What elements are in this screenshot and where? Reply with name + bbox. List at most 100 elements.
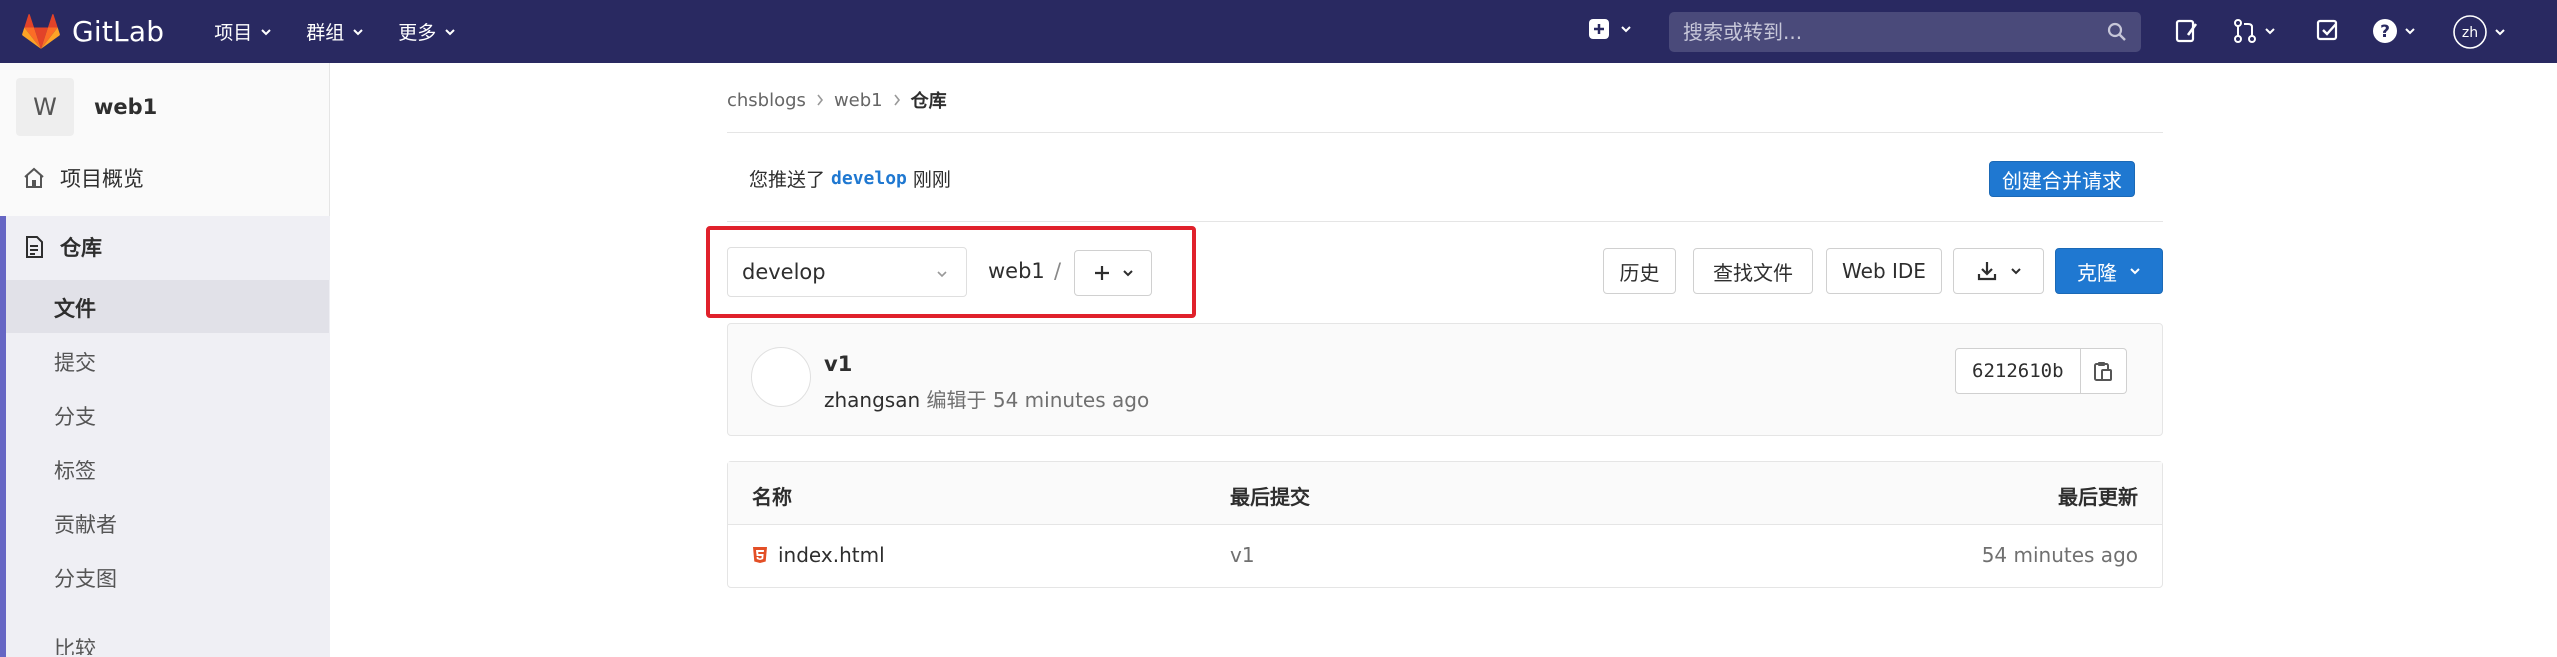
file-name: index.html <box>778 543 885 567</box>
nav-projects-label: 项目 <box>214 22 253 44</box>
user-avatar: zh <box>2453 15 2487 49</box>
chevron-down-icon <box>1123 270 1133 277</box>
path-separator: / <box>1054 259 1062 283</box>
chevron-down-icon <box>2010 268 2021 275</box>
table-header: 名称 最后提交 最后更新 <box>728 462 2162 525</box>
new-item-dropdown[interactable] <box>1588 18 1632 40</box>
chevron-down-icon <box>353 28 363 35</box>
top-navbar: GitLab 项目 群组 更多 搜索或转到... ? zh <box>0 0 2557 63</box>
sidebar-sub-compare[interactable]: 比较 <box>54 633 96 655</box>
web-ide-button[interactable]: Web IDE <box>1826 248 1942 294</box>
download-icon <box>1977 262 1996 281</box>
sidebar-sub-tags[interactable]: 标签 <box>54 455 96 485</box>
copy-sha-button[interactable] <box>2080 348 2127 394</box>
sidebar-sub-files[interactable]: 文件 <box>54 293 96 323</box>
commit-meta: zhangsan 编辑于 54 minutes ago <box>824 384 1149 413</box>
chevron-right-icon <box>894 94 900 106</box>
help-icon: ? <box>2373 19 2397 43</box>
sidebar-sub-commits[interactable]: 提交 <box>54 347 96 377</box>
file-name-link[interactable]: index.html <box>752 543 885 567</box>
download-dropdown[interactable] <box>1953 248 2044 294</box>
sidebar-item-repository[interactable]: 仓库 <box>0 232 330 262</box>
copy-clipboard-icon <box>2094 362 2113 381</box>
project-avatar: W <box>16 78 74 136</box>
document-icon <box>26 236 43 258</box>
file-tree-table: 名称 最后提交 最后更新 index.html v1 54 minutes ag… <box>727 461 2163 588</box>
pushed-branch-link[interactable]: develop <box>831 168 907 189</box>
chevron-down-icon <box>2265 28 2275 35</box>
sidebar-item-overview[interactable]: 项目概览 <box>0 163 330 193</box>
commit-author-link[interactable]: zhangsan <box>824 388 920 412</box>
gitlab-home-link[interactable]: GitLab <box>22 13 165 50</box>
project-sidebar: W web1 项目概览 仓库 文件 提交 分支 标签 贡献者 分支图 比较 <box>0 63 330 657</box>
gitlab-logo-icon <box>22 13 60 49</box>
breadcrumb: chsblogs web1 仓库 <box>727 87 947 113</box>
todo-checkbox-icon <box>2316 19 2338 41</box>
sidebar-sub-contributors[interactable]: 贡献者 <box>54 509 117 539</box>
divider <box>727 221 2163 222</box>
project-name: web1 <box>94 95 158 119</box>
help-dropdown[interactable]: ? <box>2372 18 2416 44</box>
commit-title-link[interactable]: v1 <box>824 352 852 376</box>
commit-sha-link[interactable]: 6212610b <box>1955 348 2081 394</box>
file-last-update: 54 minutes ago <box>1981 543 2138 567</box>
sidebar-item-label: 项目概览 <box>60 167 144 191</box>
search-input[interactable] <box>1683 20 2107 44</box>
branch-selector-value: develop <box>742 260 826 284</box>
plus-icon <box>1095 266 1109 280</box>
issues-link[interactable] <box>2175 18 2199 44</box>
home-icon <box>24 167 44 188</box>
commit-time: 54 minutes ago <box>992 388 1150 412</box>
nav-more-label: 更多 <box>398 22 437 44</box>
clone-dropdown[interactable]: 克隆 <box>2055 248 2163 294</box>
merge-request-icon <box>2234 19 2256 43</box>
push-notice-suffix: 刚刚 <box>912 169 951 191</box>
svg-text:?: ? <box>2380 22 2390 42</box>
brand-name: GitLab <box>72 15 165 48</box>
svg-text:zh: zh <box>2462 25 2478 41</box>
chevron-down-icon <box>2130 268 2140 275</box>
issues-icon <box>2175 19 2198 43</box>
chevron-down-icon <box>261 28 271 35</box>
commit-sha-group: 6212610b <box>1955 348 2127 394</box>
clone-label: 克隆 <box>2077 260 2117 285</box>
plus-square-icon <box>1589 19 1609 39</box>
history-button[interactable]: 历史 <box>1603 248 1676 294</box>
chevron-down-icon <box>445 28 455 35</box>
repo-path-root-link[interactable]: web1 <box>988 259 1045 283</box>
file-last-commit-link[interactable]: v1 <box>1230 543 1255 567</box>
push-notice-prefix: 您推送了 <box>749 169 826 191</box>
create-merge-request-button[interactable]: 创建合并请求 <box>1989 161 2135 197</box>
find-file-button[interactable]: 查找文件 <box>1693 248 1813 294</box>
header-last-update: 最后更新 <box>2058 485 2138 509</box>
header-name: 名称 <box>752 485 792 509</box>
header-last-commit: 最后提交 <box>1230 485 1310 509</box>
nav-groups-dropdown[interactable]: 群组 <box>306 18 364 45</box>
breadcrumb-current[interactable]: 仓库 <box>911 87 947 113</box>
branch-selector[interactable]: develop <box>727 247 967 297</box>
project-header-link[interactable]: W web1 <box>0 63 329 151</box>
nav-more-dropdown[interactable]: 更多 <box>398 18 456 45</box>
sidebar-item-label: 仓库 <box>60 236 102 260</box>
commit-author-avatar[interactable] <box>751 347 811 407</box>
chevron-down-icon <box>937 271 947 278</box>
search-icon[interactable] <box>2107 22 2127 42</box>
user-menu-dropdown[interactable]: zh <box>2452 14 2506 50</box>
todos-link[interactable] <box>2316 18 2340 42</box>
add-to-tree-dropdown[interactable] <box>1074 250 1152 296</box>
merge-requests-dropdown[interactable] <box>2232 18 2276 44</box>
divider <box>727 132 2163 133</box>
nav-projects-dropdown[interactable]: 项目 <box>214 18 272 45</box>
commit-action: 编辑于 <box>926 388 987 412</box>
push-notice: 您推送了 develop 刚刚 <box>749 165 951 192</box>
sidebar-sub-branches[interactable]: 分支 <box>54 401 96 431</box>
chevron-down-icon <box>1621 26 1631 33</box>
nav-groups-label: 群组 <box>306 22 345 44</box>
last-commit-panel: v1 zhangsan 编辑于 54 minutes ago 6212610b <box>727 323 2163 436</box>
breadcrumb-group-link[interactable]: chsblogs <box>727 90 806 111</box>
html5-file-icon <box>753 547 767 563</box>
chevron-right-icon <box>817 94 823 106</box>
table-row[interactable]: index.html v1 54 minutes ago <box>728 525 2162 587</box>
breadcrumb-project-link[interactable]: web1 <box>834 90 883 111</box>
sidebar-sub-graph[interactable]: 分支图 <box>54 563 117 593</box>
